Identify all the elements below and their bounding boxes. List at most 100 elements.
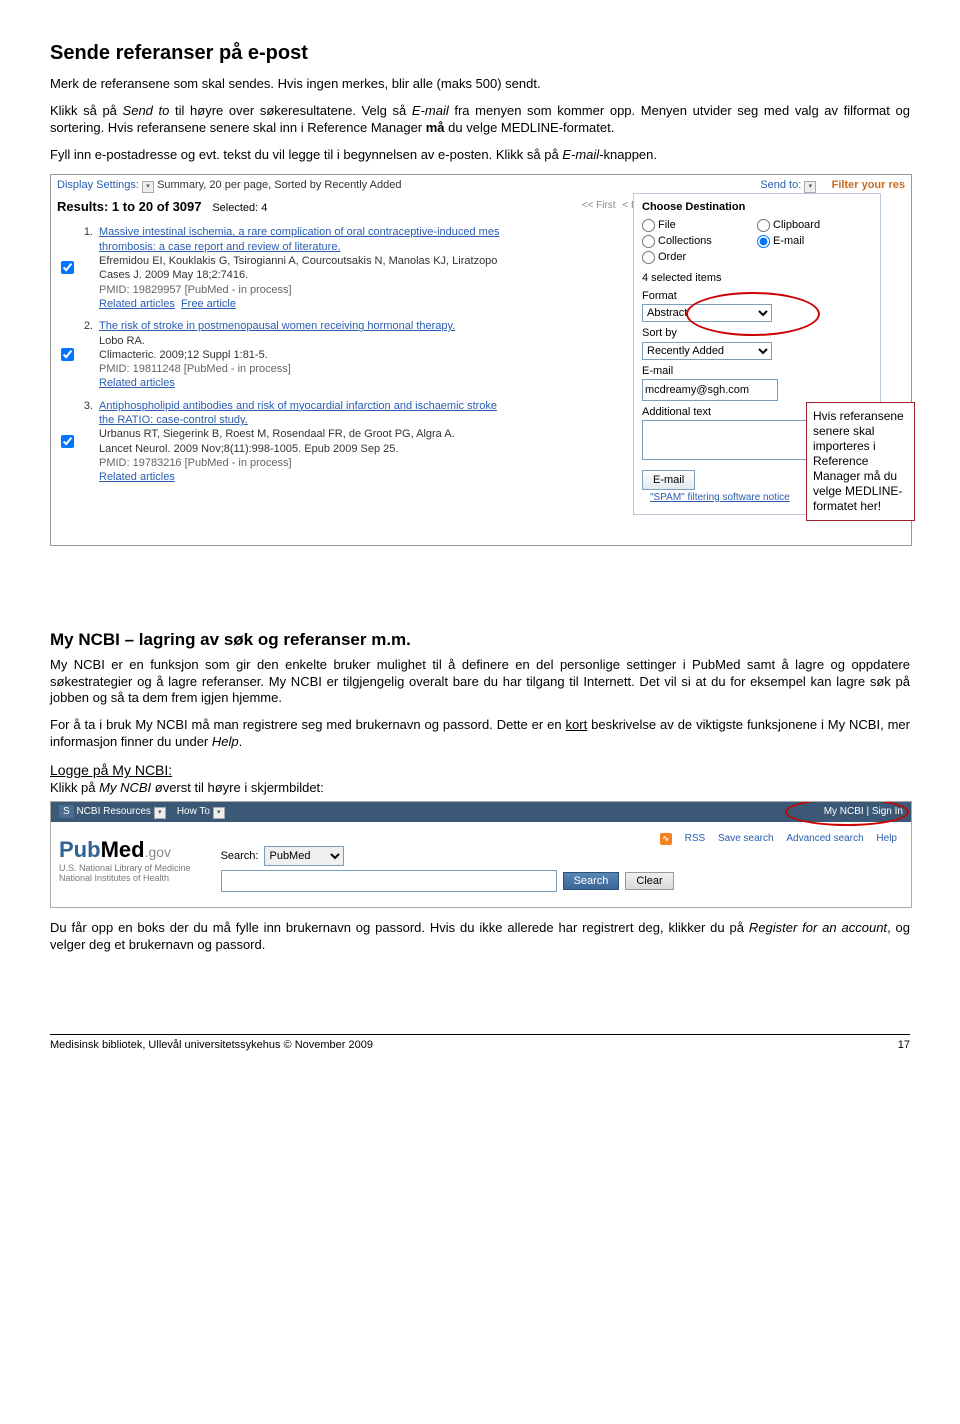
result-checkbox[interactable] (61, 321, 74, 387)
rss-icon[interactable]: ∿ (660, 833, 672, 845)
chevron-down-icon[interactable]: ▾ (142, 181, 154, 193)
selected-count: Selected: 4 (212, 202, 267, 214)
paragraph: Klikk så på Send to til høyre over søker… (50, 103, 910, 137)
result-title[interactable]: Antiphospholipid antibodies and risk of … (99, 399, 637, 428)
result-source: Lancet Neurol. 2009 Nov;8(11):998-1005. … (99, 442, 637, 456)
result-item: 3. Antiphospholipid antibodies and risk … (51, 395, 643, 489)
related-articles-link[interactable]: Related articles (99, 298, 175, 310)
result-item: 2. The risk of stroke in postmenopausal … (51, 315, 643, 394)
result-authors: Lobo RA. (99, 334, 637, 348)
search-input[interactable] (221, 870, 557, 892)
paragraph: My NCBI er en funksjon som gir den enkel… (50, 657, 910, 708)
result-item: 1. Massive intestinal ischemia, a rare c… (51, 221, 643, 315)
footer-text: Medisinsk bibliotek, Ullevål universitet… (50, 1038, 373, 1052)
display-settings-link[interactable]: Display Settings: (57, 179, 139, 191)
search-label: Search: (221, 849, 259, 863)
rss-link[interactable]: RSS (685, 833, 706, 844)
page-number: 17 (898, 1038, 910, 1052)
first-page-link[interactable]: << First (582, 200, 616, 211)
text: -knappen. (599, 147, 657, 162)
result-pmid: PMID: 19811248 [PubMed - in process] (99, 362, 637, 376)
text-italic: Send to (123, 103, 170, 118)
format-select[interactable]: Abstract (642, 304, 772, 322)
dest-order-radio[interactable]: Order (642, 250, 757, 264)
result-pmid: PMID: 19783216 [PubMed - in process] (99, 456, 637, 470)
text-underline: kort (566, 717, 588, 732)
spam-notice-link[interactable]: "SPAM" filtering software notice (650, 492, 790, 503)
email-label: E-mail (642, 364, 872, 378)
result-number: 1. (83, 225, 93, 311)
search-db-select[interactable]: PubMed (264, 846, 344, 866)
ncbi-top-bar: S NCBI Resources ▾ How To ▾ My NCBI | Si… (51, 802, 911, 822)
result-title[interactable]: Massive intestinal ischemia, a rare comp… (99, 225, 637, 254)
dest-collections-radio[interactable]: Collections (642, 234, 757, 248)
clear-button[interactable]: Clear (625, 872, 673, 890)
display-settings-detail: Summary, 20 per page, Sorted by Recently… (157, 179, 401, 191)
result-checkbox[interactable] (61, 401, 74, 482)
subheading: Logge på My NCBI: (50, 762, 172, 778)
text: du velge MEDLINE-formatet. (445, 120, 615, 135)
related-articles-link[interactable]: Related articles (99, 377, 175, 389)
result-pmid: PMID: 19829957 [PubMed - in process] (99, 283, 637, 297)
result-source: Climacteric. 2009;12 Suppl 1:81-5. (99, 348, 637, 362)
text: For å ta i bruk My NCBI må man registrer… (50, 717, 566, 732)
free-article-link[interactable]: Free article (181, 298, 236, 310)
page-footer: Medisinsk bibliotek, Ullevål universitet… (50, 1034, 910, 1052)
ncbi-howto-link[interactable]: How To (177, 806, 210, 817)
sortby-label: Sort by (642, 326, 872, 340)
text: Klikk så på (50, 103, 123, 118)
dest-clipboard-radio[interactable]: Clipboard (757, 218, 872, 232)
text-bold: må (426, 120, 445, 135)
text-italic: E-mail (412, 103, 449, 118)
ncbi-resources-link[interactable]: NCBI Resources (76, 806, 150, 817)
result-number: 3. (83, 399, 93, 485)
chevron-down-icon[interactable]: ▾ (804, 181, 816, 193)
text: Du får opp en boks der du må fylle inn b… (50, 920, 749, 935)
annotation-callout: Hvis referansene senere skal importeres … (806, 402, 915, 521)
text-italic: My NCBI (99, 780, 151, 795)
text: Fyll inn e-postadresse og evt. tekst du … (50, 147, 562, 162)
result-source: Cases J. 2009 May 18;2:7416. (99, 268, 637, 282)
filter-label: Filter your res (832, 179, 905, 191)
text: til høyre over søkeresultatene. Velg så (169, 103, 412, 118)
chevron-down-icon[interactable]: ▾ (154, 807, 166, 819)
text-italic: Register for an account (749, 920, 887, 935)
ncbi-subtitle: National Institutes of Health (59, 874, 191, 884)
sortby-select[interactable]: Recently Added (642, 342, 772, 360)
result-title[interactable]: The risk of stroke in postmenopausal wom… (99, 319, 637, 333)
save-search-link[interactable]: Save search (718, 833, 774, 844)
format-label: Format (642, 289, 872, 303)
paragraph: Merk de referansene som skal sendes. Hvi… (50, 76, 910, 93)
related-articles-link[interactable]: Related articles (99, 471, 175, 483)
pubmed-screenshot: Display Settings: ▾ Summary, 20 per page… (50, 174, 910, 569)
result-checkbox[interactable] (61, 227, 74, 308)
email-button[interactable]: E-mail (642, 470, 695, 490)
text-italic: Help (212, 734, 239, 749)
ncbi-screenshot: S NCBI Resources ▾ How To ▾ My NCBI | Si… (50, 801, 912, 908)
page-title: Sende referanser på e-post (50, 40, 910, 66)
text: Klikk på (50, 780, 99, 795)
paragraph: For å ta i bruk My NCBI må man registrer… (50, 717, 910, 751)
pubmed-window: Display Settings: ▾ Summary, 20 per page… (50, 174, 912, 546)
results-count: Results: 1 to 20 of 3097 (57, 199, 202, 214)
advanced-search-link[interactable]: Advanced search (786, 833, 863, 844)
text: . (239, 734, 243, 749)
ncbi-logo: S (59, 805, 74, 818)
pubmed-logo: PubMed.gov (59, 836, 191, 865)
dest-file-radio[interactable]: File (642, 218, 757, 232)
selected-items-text: 4 selected items (642, 271, 872, 285)
result-authors: Urbanus RT, Siegerink B, Roest M, Rosend… (99, 427, 637, 441)
paragraph: Fyll inn e-postadresse og evt. tekst du … (50, 147, 910, 164)
email-field[interactable] (642, 379, 778, 401)
chevron-down-icon[interactable]: ▾ (213, 807, 225, 819)
send-to-link[interactable]: Send to: (760, 179, 801, 191)
search-button[interactable]: Search (563, 872, 620, 890)
result-number: 2. (83, 319, 93, 390)
text: øverst til høyre i skjermbildet: (151, 780, 324, 795)
panel-title: Choose Destination (642, 200, 872, 214)
dest-email-radio[interactable]: E-mail (757, 234, 872, 248)
result-authors: Efremidou EI, Kouklakis G, Tsirogianni A… (99, 254, 637, 268)
help-link[interactable]: Help (876, 833, 897, 844)
paragraph: Du får opp en boks der du må fylle inn b… (50, 920, 910, 954)
section-heading: My NCBI – lagring av søk og referanser m… (50, 629, 910, 651)
